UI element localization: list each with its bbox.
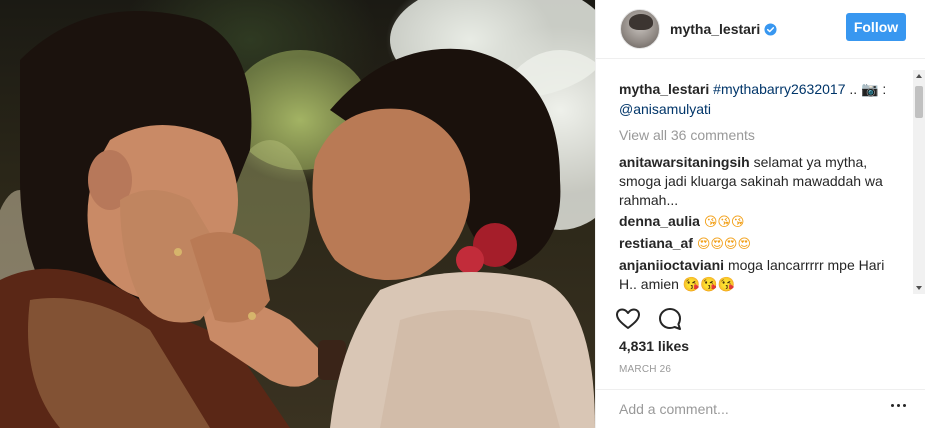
post-photo[interactable] [0,0,595,428]
post-actions [614,305,698,333]
username-block: mytha_lestari [670,21,777,37]
heart-icon[interactable] [614,305,642,333]
photo-illustration [0,0,595,428]
post-header: mytha_lestari Follow [596,0,925,59]
likes-count[interactable]: 4,831 likes [619,338,689,354]
instagram-post: mytha_lestari Follow mytha_lestari #myth… [0,0,925,428]
comment-item: anjaniioctaviani moga lancarrrrr mpe Har… [619,256,904,294]
caption-colon: : [882,81,887,97]
scrollbar-thumb[interactable] [915,86,923,118]
post-caption: mytha_lestari #mythabarry2632017 .. 📷 : … [619,79,904,119]
post-side-panel: mytha_lestari Follow mytha_lestari #myth… [595,0,925,428]
caption-separator: .. [849,81,858,97]
add-comment-input[interactable] [619,401,869,417]
comments-scrollbar[interactable] [913,70,925,294]
comment-bubble-icon[interactable] [656,305,684,333]
scroll-down-arrow-icon[interactable] [916,286,922,290]
camera-emoji: 📷 [861,81,879,97]
comment-item: anitawarsitaningsih selamat ya mytha, sm… [619,153,904,210]
dot [891,404,894,407]
dot [897,404,900,407]
header-username[interactable]: mytha_lestari [670,21,760,37]
post-date[interactable]: MARCH 26 [619,364,671,375]
comment-item: denna_aulia 😘😘😘 [619,212,904,232]
comment-text: 😘😘😘 [703,215,745,230]
scroll-up-arrow-icon[interactable] [916,74,922,78]
view-all-comments-link[interactable]: View all 36 comments [619,125,904,145]
comments-section: mytha_lestari #mythabarry2632017 .. 📷 : … [596,67,925,297]
dot [903,404,906,407]
more-options-icon[interactable] [891,404,906,407]
comment-username[interactable]: denna_aulia [619,213,700,229]
comment-username[interactable]: anitawarsitaningsih [619,154,750,170]
caption-mention[interactable]: @anisamulyati [619,101,711,117]
add-comment-bar [596,389,925,428]
comment-item: restiana_af 😍😍😍😍 [619,234,904,254]
verified-badge-icon [764,22,777,36]
caption-username[interactable]: mytha_lestari [619,81,709,97]
follow-button[interactable]: Follow [846,13,906,41]
comment-username[interactable]: restiana_af [619,235,693,251]
comment-text: 😍😍😍😍 [696,237,752,252]
avatar[interactable] [620,9,660,49]
caption-hashtag[interactable]: #mythabarry2632017 [713,81,845,97]
comment-username[interactable]: anjaniioctaviani [619,257,724,273]
